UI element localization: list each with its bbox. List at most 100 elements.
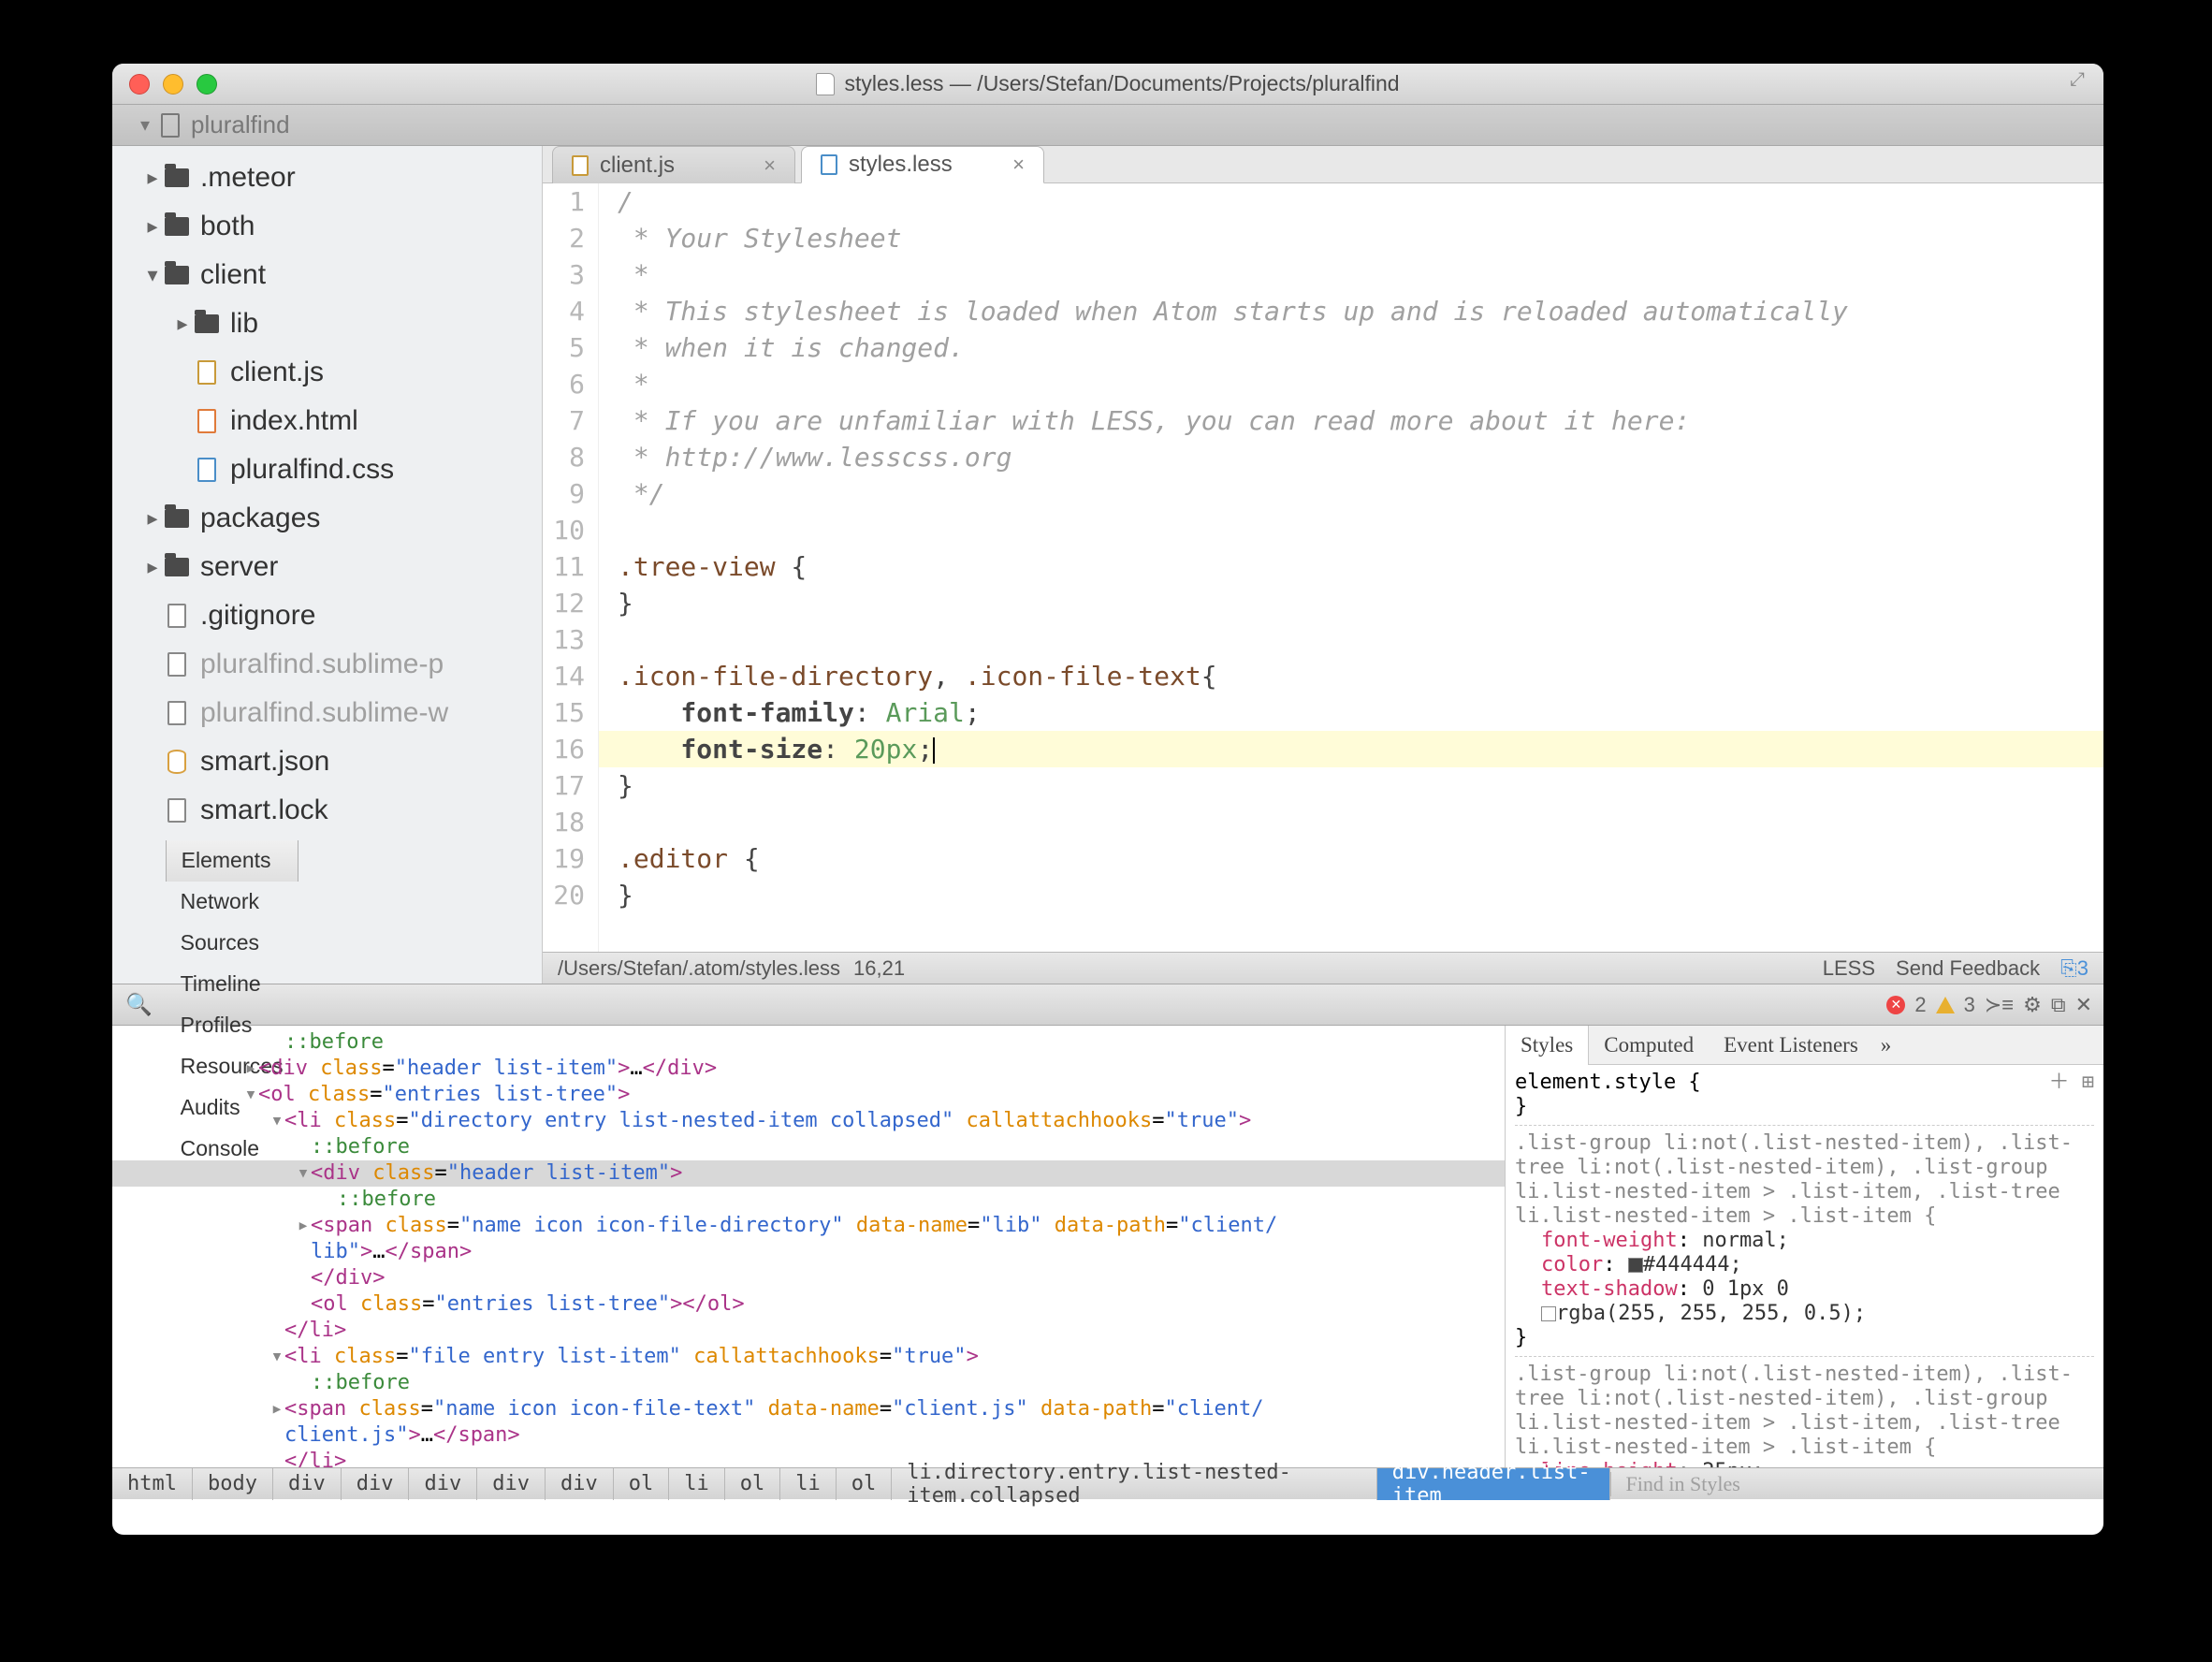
breadcrumb-item[interactable]: body bbox=[193, 1468, 273, 1500]
code-area[interactable]: / * Your Stylesheet * * This stylesheet … bbox=[599, 183, 2103, 952]
send-feedback-link[interactable]: Send Feedback bbox=[1896, 956, 2040, 981]
code-line-8[interactable]: * http://www.lesscss.org bbox=[618, 439, 2103, 475]
css-declaration[interactable]: font-weight: normal; bbox=[1515, 1229, 2094, 1253]
code-line-6[interactable]: * bbox=[618, 366, 2103, 402]
code-line-4[interactable]: * This stylesheet is loaded when Atom st… bbox=[618, 293, 2103, 329]
css-declaration[interactable]: text-shadow: 0 1px 0 bbox=[1515, 1277, 2094, 1302]
maximize-icon[interactable]: ⤢ bbox=[2070, 69, 2096, 95]
breadcrumb-item[interactable]: div bbox=[409, 1468, 477, 1500]
tree-folder-server[interactable]: ▸server bbox=[112, 543, 542, 591]
breadcrumb-item[interactable]: ol bbox=[614, 1468, 670, 1500]
find-in-styles-input[interactable]: Find in Styles bbox=[1610, 1472, 2103, 1496]
error-icon[interactable]: ✕ bbox=[1886, 996, 1905, 1014]
breadcrumb-item[interactable]: li bbox=[780, 1468, 837, 1500]
code-line-2[interactable]: * Your Stylesheet bbox=[618, 220, 2103, 256]
code-line-3[interactable]: * bbox=[618, 256, 2103, 293]
code-line-15[interactable]: font-family: Arial; bbox=[618, 694, 2103, 731]
dom-node[interactable]: ▾<li class="file entry list-item" callat… bbox=[112, 1344, 1505, 1370]
styles-tab-event-listeners[interactable]: Event Listeners bbox=[1709, 1026, 1873, 1065]
drawer-toggle-icon[interactable]: ≻≡ bbox=[1985, 993, 2014, 1017]
dom-node[interactable]: <ol class="entries list-tree"></ol> bbox=[112, 1291, 1505, 1318]
breadcrumb-item[interactable]: div bbox=[477, 1468, 546, 1500]
dom-node[interactable]: ::before bbox=[112, 1187, 1505, 1213]
tree-folder-client[interactable]: ▾client bbox=[112, 251, 542, 299]
dom-tree[interactable]: ::before▸<div class="header list-item">…… bbox=[112, 1026, 1505, 1467]
styles-tab-styles[interactable]: Styles bbox=[1506, 1026, 1589, 1065]
styles-tabs[interactable]: StylesComputedEvent Listeners » bbox=[1506, 1026, 2103, 1065]
css-selector[interactable]: .list-group li:not(.list-nested-item), .… bbox=[1515, 1363, 2094, 1460]
warning-icon[interactable] bbox=[1936, 997, 1955, 1013]
overflow-icon[interactable]: » bbox=[1881, 1033, 1892, 1057]
tree-file-smart.lock[interactable]: smart.lock bbox=[112, 786, 542, 835]
tab-styles.less[interactable]: styles.less× bbox=[801, 146, 1044, 183]
breadcrumb-item[interactable]: div bbox=[273, 1468, 342, 1500]
code-line-5[interactable]: * when it is changed. bbox=[618, 329, 2103, 366]
breadcrumb[interactable]: htmlbodydivdivdivdivdivolliolliolli.dire… bbox=[112, 1467, 2103, 1499]
breadcrumb-item[interactable]: li bbox=[669, 1468, 725, 1500]
css-declaration[interactable]: rgba(255, 255, 255, 0.5); bbox=[1515, 1302, 2094, 1326]
code-line-19[interactable]: .editor { bbox=[618, 840, 2103, 877]
tree-file-index.html[interactable]: index.html bbox=[112, 397, 542, 445]
breadcrumb-item[interactable]: li.directory.entry.list-nested-item.coll… bbox=[892, 1468, 1377, 1500]
element-style-selector[interactable]: element.style { bbox=[1515, 1071, 1701, 1094]
devtools-tab-sources[interactable]: Sources bbox=[166, 923, 298, 964]
expand-arrow-icon[interactable]: ▸ bbox=[243, 1056, 258, 1082]
project-header[interactable]: ▾ pluralfind bbox=[112, 105, 2103, 146]
dom-node[interactable]: lib">…</span> bbox=[112, 1239, 1505, 1265]
code-line-14[interactable]: .icon-file-directory, .icon-file-text{ bbox=[618, 658, 2103, 694]
dock-icon[interactable]: ⧉ bbox=[2051, 993, 2066, 1017]
devtools-tab-network[interactable]: Network bbox=[166, 882, 298, 923]
dom-node[interactable]: ▾<ol class="entries list-tree"> bbox=[112, 1082, 1505, 1108]
tab-bar[interactable]: client.js×styles.less× bbox=[543, 146, 2103, 183]
dom-node[interactable]: ::before bbox=[112, 1029, 1505, 1056]
status-lang[interactable]: LESS bbox=[1823, 956, 1875, 981]
dom-node[interactable]: ▸<span class="name icon icon-file-direct… bbox=[112, 1213, 1505, 1239]
tree-folder-packages[interactable]: ▸packages bbox=[112, 494, 542, 543]
styles-body[interactable]: element.style {＋ ⊞}.list-group li:not(.l… bbox=[1506, 1065, 2103, 1467]
breadcrumb-item[interactable]: div.header.list-item bbox=[1377, 1468, 1610, 1500]
tree-file-.gitignore[interactable]: .gitignore bbox=[112, 591, 542, 640]
dom-node[interactable]: ::before bbox=[112, 1370, 1505, 1396]
css-declaration[interactable]: color: #444444; bbox=[1515, 1253, 2094, 1277]
tab-client.js[interactable]: client.js× bbox=[552, 146, 795, 183]
breadcrumb-item[interactable]: ol bbox=[725, 1468, 781, 1500]
dom-node[interactable]: ▸<span class="name icon icon-file-text" … bbox=[112, 1396, 1505, 1422]
dom-node[interactable]: client.js">…</span> bbox=[112, 1422, 1505, 1449]
code-line-11[interactable]: .tree-view { bbox=[618, 548, 2103, 585]
tree-folder-.meteor[interactable]: ▸.meteor bbox=[112, 153, 542, 202]
code-line-18[interactable] bbox=[618, 804, 2103, 840]
tree-folder-both[interactable]: ▸both bbox=[112, 202, 542, 251]
css-selector[interactable]: .list-group li:not(.list-nested-item), .… bbox=[1515, 1131, 2094, 1229]
code-line-9[interactable]: */ bbox=[618, 475, 2103, 512]
css-declaration[interactable]: line-height: 25px; bbox=[1515, 1460, 2094, 1467]
devtools-tab-elements[interactable]: Elements bbox=[166, 840, 298, 882]
expand-arrow-icon[interactable]: ▸ bbox=[269, 1396, 284, 1422]
tree-file-client.js[interactable]: client.js bbox=[112, 348, 542, 397]
breadcrumb-item[interactable]: html bbox=[112, 1468, 193, 1500]
dom-node[interactable]: ▾<li class="directory entry list-nested-… bbox=[112, 1108, 1505, 1134]
devtools-tab-timeline[interactable]: Timeline bbox=[166, 964, 298, 1005]
tree-file-pluralfind.sublime-p[interactable]: pluralfind.sublime-p bbox=[112, 640, 542, 689]
code-line-10[interactable] bbox=[618, 512, 2103, 548]
dom-node[interactable]: ▾<div class="header list-item"> bbox=[112, 1160, 1505, 1187]
code-line-13[interactable] bbox=[618, 621, 2103, 658]
dom-node[interactable]: </li> bbox=[112, 1318, 1505, 1344]
tree-file-pluralfind.sublime-w[interactable]: pluralfind.sublime-w bbox=[112, 689, 542, 737]
dom-node[interactable]: </div> bbox=[112, 1265, 1505, 1291]
close-tab-icon[interactable]: × bbox=[764, 153, 776, 178]
dom-node[interactable]: ▸<div class="header list-item">…</div> bbox=[112, 1056, 1505, 1082]
styles-tab-computed[interactable]: Computed bbox=[1589, 1026, 1709, 1065]
inspect-icon[interactable]: 🔍 bbox=[112, 992, 166, 1017]
gear-icon[interactable]: ⚙ bbox=[2023, 993, 2042, 1017]
expand-arrow-icon[interactable]: ▸ bbox=[296, 1213, 311, 1239]
breadcrumb-item[interactable]: ol bbox=[837, 1468, 893, 1500]
add-rule-icon[interactable]: ＋ ⊞ bbox=[2049, 1071, 2095, 1095]
code-line-7[interactable]: * If you are unfamiliar with LESS, you c… bbox=[618, 402, 2103, 439]
code-line-12[interactable]: } bbox=[618, 585, 2103, 621]
breadcrumb-item[interactable]: div bbox=[342, 1468, 410, 1500]
dom-node[interactable]: </li> bbox=[112, 1449, 1505, 1467]
code-line-20[interactable]: } bbox=[618, 877, 2103, 913]
expand-arrow-icon[interactable]: ▾ bbox=[269, 1108, 284, 1134]
dom-node[interactable]: ::before bbox=[112, 1134, 1505, 1160]
code-line-1[interactable]: / bbox=[618, 183, 2103, 220]
